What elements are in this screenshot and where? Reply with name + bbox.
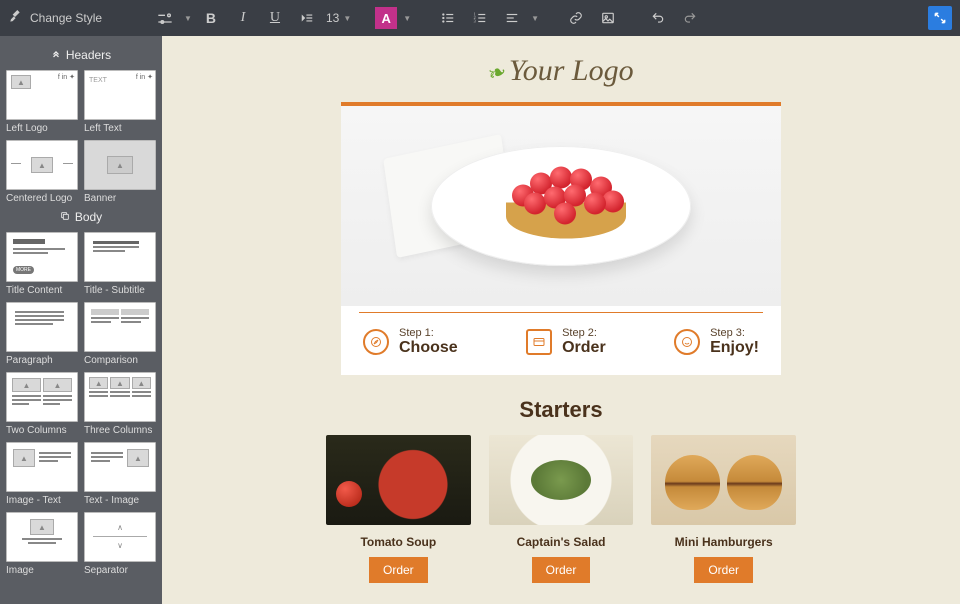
sidebar-item-two-columns[interactable]: ▲▲ Two Columns <box>6 372 78 436</box>
svg-text:3: 3 <box>474 19 476 24</box>
sidebar-item-image-text[interactable]: ▲ Image - Text <box>6 442 78 506</box>
sidebar-item-three-columns[interactable]: ▲▲▲ Three Columns <box>84 372 156 436</box>
font-size-selector[interactable]: 13▼ <box>326 11 351 25</box>
starters-row: Tomato Soup Order Captain's Salad Order … <box>326 435 796 583</box>
starter-image[interactable] <box>326 435 471 525</box>
step-order[interactable]: Step 2:Order <box>526 327 606 357</box>
sidebar-item-comparison[interactable]: Comparison <box>84 302 156 366</box>
starter-image[interactable] <box>651 435 796 525</box>
starter-captains-salad[interactable]: Captain's Salad Order <box>489 435 634 583</box>
order-button[interactable]: Order <box>532 557 591 583</box>
brush-icon <box>8 10 22 27</box>
steps-row: Step 1:Choose Step 2:Order Step 3:Enjoy! <box>341 313 781 375</box>
sidebar-item-separator[interactable]: ∧∨ Separator <box>84 512 156 576</box>
card-icon <box>526 329 552 355</box>
step-enjoy[interactable]: Step 3:Enjoy! <box>674 327 759 357</box>
undo-button[interactable] <box>645 5 671 31</box>
starter-mini-hamburgers[interactable]: Mini Hamburgers Order <box>651 435 796 583</box>
underline-button[interactable]: U <box>262 5 288 31</box>
bullet-list-button[interactable] <box>435 5 461 31</box>
sidebar-item-image[interactable]: ▲ Image <box>6 512 78 576</box>
caret-down-icon: ▼ <box>531 14 539 23</box>
email-canvas[interactable]: ❧Your Logo <box>162 36 960 604</box>
sidebar-item-paragraph[interactable]: Paragraph <box>6 302 78 366</box>
leaf-icon: ❧ <box>484 58 510 89</box>
starter-tomato-soup[interactable]: Tomato Soup Order <box>326 435 471 583</box>
caret-down-icon: ▼ <box>403 14 411 23</box>
toolbar: Change Style ▼ B I U 13▼ A ▼ 123 <box>0 0 960 36</box>
sidebar-item-title-subtitle[interactable]: Title - Subtitle <box>84 232 156 296</box>
step-choose[interactable]: Step 1:Choose <box>363 327 458 357</box>
collapse-icon <box>51 48 61 62</box>
compass-icon <box>363 329 389 355</box>
style-dropdown[interactable] <box>152 5 178 31</box>
align-button[interactable] <box>499 5 525 31</box>
hero-block[interactable]: Step 1:Choose Step 2:Order Step 3:Enjoy! <box>341 102 781 375</box>
sidebar: Headers f in ✦▲ Left Logo f in ✦TEXT Lef… <box>0 36 162 604</box>
change-style-button[interactable]: Change Style <box>30 11 102 25</box>
sidebar-item-text-image[interactable]: ▲ Text - Image <box>84 442 156 506</box>
sidebar-item-centered-logo[interactable]: ▲ Centered Logo <box>6 140 78 204</box>
link-button[interactable] <box>563 5 589 31</box>
italic-button[interactable]: I <box>230 5 256 31</box>
sidebar-item-banner[interactable]: ▲ Banner <box>84 140 156 204</box>
bold-button[interactable]: B <box>198 5 224 31</box>
fullscreen-button[interactable] <box>928 6 952 30</box>
order-button[interactable]: Order <box>369 557 428 583</box>
smile-icon <box>674 329 700 355</box>
caret-down-icon: ▼ <box>184 14 192 23</box>
logo-block[interactable]: ❧Your Logo <box>162 48 960 102</box>
hero-image[interactable] <box>341 106 781 306</box>
sidebar-body-title: Body <box>6 204 156 232</box>
sidebar-item-left-text[interactable]: f in ✦TEXT Left Text <box>84 70 156 134</box>
sidebar-item-title-content[interactable]: MORE Title Content <box>6 232 78 296</box>
sidebar-item-left-logo[interactable]: f in ✦▲ Left Logo <box>6 70 78 134</box>
image-button[interactable] <box>595 5 621 31</box>
sidebar-headers-title: Headers <box>6 42 156 70</box>
order-button[interactable]: Order <box>694 557 753 583</box>
text-color-button[interactable]: A <box>375 7 397 29</box>
starter-image[interactable] <box>489 435 634 525</box>
section-title-starters[interactable]: Starters <box>162 375 960 435</box>
redo-button[interactable] <box>677 5 703 31</box>
clear-format-button[interactable] <box>294 5 320 31</box>
numbered-list-button[interactable]: 123 <box>467 5 493 31</box>
copy-icon <box>60 210 70 224</box>
